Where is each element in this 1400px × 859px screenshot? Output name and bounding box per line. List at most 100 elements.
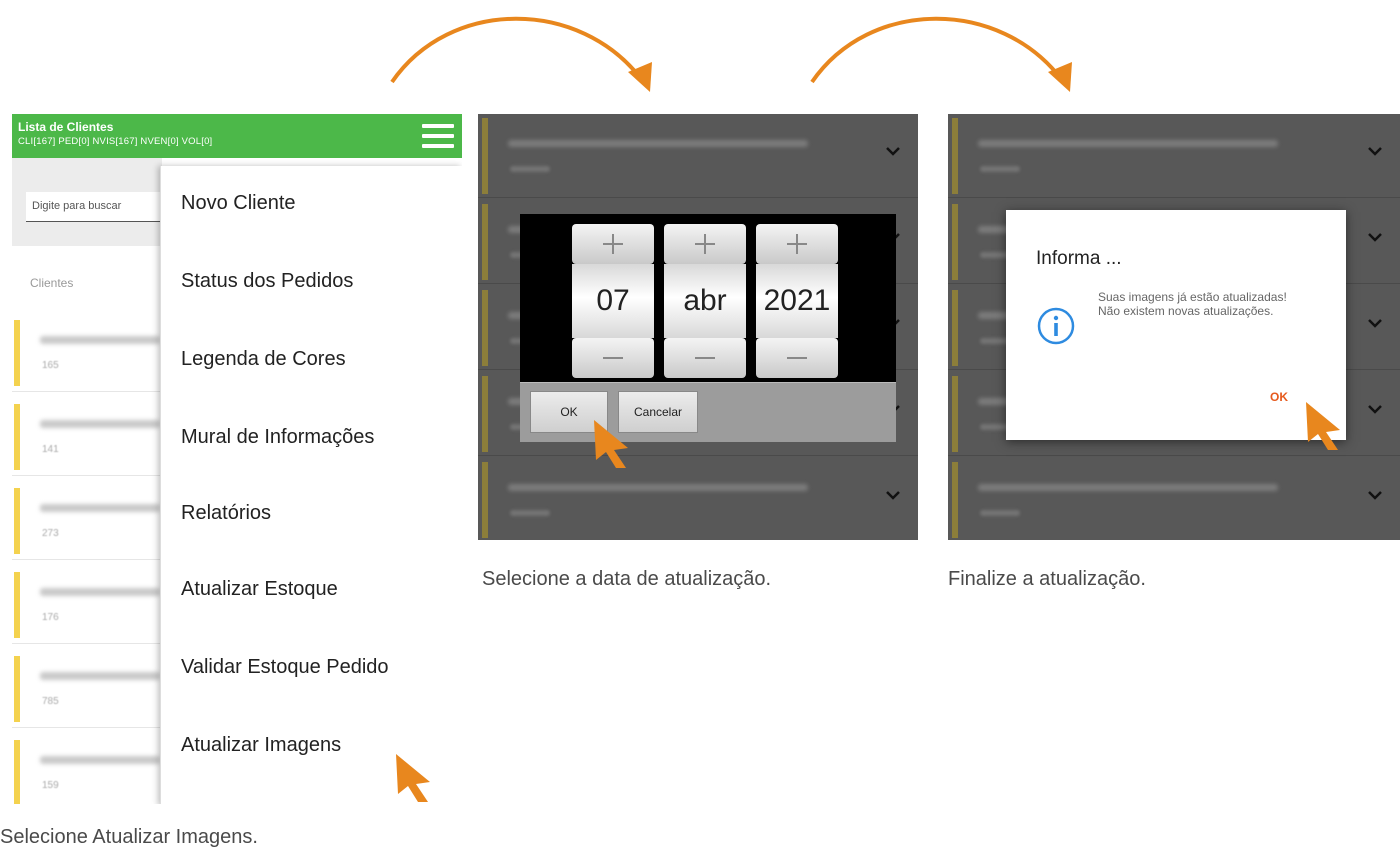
status-bar <box>14 320 20 386</box>
plus-icon <box>695 234 715 254</box>
status-bar <box>482 290 488 366</box>
client-name-blurred <box>40 504 160 512</box>
menu-item-atualizar-imagens[interactable]: Atualizar Imagens <box>181 734 341 757</box>
day-increment-button[interactable] <box>572 224 654 264</box>
phone-screen-menu: Lista de Clientes CLI[167] PED[0] NVIS[1… <box>12 114 462 804</box>
dialog-footer: OK Cancelar <box>520 382 896 442</box>
client-name-blurred <box>40 420 160 428</box>
client-count: 176 <box>42 612 59 623</box>
plus-icon <box>787 234 807 254</box>
chevron-down-icon[interactable] <box>1364 484 1386 506</box>
chevron-down-icon[interactable] <box>1364 312 1386 334</box>
year-increment-button[interactable] <box>756 224 838 264</box>
client-count: 785 <box>42 696 59 707</box>
status-bar <box>14 740 20 804</box>
app-bar: Lista de Clientes CLI[167] PED[0] NVIS[1… <box>12 114 462 158</box>
chevron-down-icon[interactable] <box>882 140 904 162</box>
day-decrement-button[interactable] <box>572 338 654 378</box>
year-decrement-button[interactable] <box>756 338 838 378</box>
status-bar <box>14 404 20 470</box>
menu-item-mural-informacoes[interactable]: Mural de Informações <box>181 426 374 449</box>
status-bar <box>482 204 488 280</box>
info-dialog: Informa ... Suas imagens já estão atuali… <box>1006 210 1346 440</box>
client-list-item[interactable]: 159 <box>12 734 162 804</box>
client-name-blurred <box>508 140 808 147</box>
status-bar <box>952 462 958 538</box>
cancel-button[interactable]: Cancelar <box>618 391 698 433</box>
menu-item-novo-cliente[interactable]: Novo Cliente <box>181 192 296 215</box>
cursor-arrow-icon <box>396 754 430 802</box>
day-value[interactable]: 07 <box>572 264 654 338</box>
caption-step-1: Selecione Atualizar Imagens. <box>0 826 258 848</box>
status-bar <box>14 488 20 554</box>
caption-step-3: Finalize a atualização. <box>948 568 1146 590</box>
client-name-blurred <box>40 672 160 680</box>
phone-screen-info-dialog: Informa ... Suas imagens já estão atuali… <box>948 114 1400 540</box>
step-arrow-2 <box>810 16 1072 92</box>
status-bar <box>482 462 488 538</box>
client-count-blurred <box>510 510 550 516</box>
client-count: 159 <box>42 780 59 791</box>
client-list-item[interactable]: 141 <box>12 398 162 476</box>
year-column: 2021 <box>756 224 838 378</box>
month-increment-button[interactable] <box>664 224 746 264</box>
date-picker-dialog: 07 abr 2021 OK Cancelar <box>520 214 896 442</box>
menu-item-relatorios[interactable]: Relatórios <box>181 502 271 525</box>
status-bar <box>14 656 20 722</box>
minus-icon <box>787 357 807 359</box>
status-bar <box>482 376 488 452</box>
app-title: Lista de Clientes <box>18 120 114 134</box>
dialog-title: Informa ... <box>1036 248 1122 269</box>
phone-screen-date-picker: 07 abr 2021 OK Cancelar <box>478 114 918 540</box>
client-list-item[interactable]: 176 <box>12 566 162 644</box>
client-list-item[interactable]: 165 <box>12 314 162 392</box>
client-name-blurred <box>978 484 1278 491</box>
client-count: 141 <box>42 444 59 455</box>
cursor-arrow-icon <box>1306 402 1340 450</box>
client-count-blurred <box>510 166 550 172</box>
client-name-blurred <box>40 588 160 596</box>
chevron-down-icon[interactable] <box>1364 140 1386 162</box>
chevron-down-icon[interactable] <box>1364 226 1386 248</box>
year-value[interactable]: 2021 <box>756 264 838 338</box>
search-area: Digite para buscar <box>12 158 176 246</box>
chevron-down-icon[interactable] <box>1364 398 1386 420</box>
status-bar <box>482 118 488 194</box>
day-column: 07 <box>572 224 654 378</box>
menu-item-validar-estoque[interactable]: Validar Estoque Pedido <box>181 656 389 679</box>
hamburger-icon[interactable] <box>422 124 454 150</box>
search-input[interactable]: Digite para buscar <box>26 192 176 222</box>
menu-item-atualizar-estoque[interactable]: Atualizar Estoque <box>181 578 338 601</box>
plus-icon <box>603 234 623 254</box>
menu-item-legenda-cores[interactable]: Legenda de Cores <box>181 348 346 371</box>
list-item <box>478 114 918 198</box>
cursor-arrow-icon <box>594 420 628 468</box>
client-count: 273 <box>42 528 59 539</box>
client-list-item[interactable]: 785 <box>12 650 162 728</box>
client-count-blurred <box>980 166 1020 172</box>
list-item <box>948 114 1400 198</box>
month-column: abr <box>664 224 746 378</box>
caption-step-2: Selecione a data de atualização. <box>482 568 772 590</box>
client-count-blurred <box>980 510 1020 516</box>
section-label: Clientes <box>30 276 74 290</box>
client-list-item[interactable]: 273 <box>12 482 162 560</box>
client-name-blurred <box>508 484 808 491</box>
list-item <box>478 458 918 540</box>
month-value[interactable]: abr <box>664 264 746 338</box>
status-bar <box>952 118 958 194</box>
minus-icon <box>603 357 623 359</box>
status-bar <box>14 572 20 638</box>
chevron-down-icon[interactable] <box>882 484 904 506</box>
app-subtitle: CLI[167] PED[0] NVIS[167] NVEN[0] VOL[0] <box>18 136 213 147</box>
overflow-menu: Novo Cliente Status dos Pedidos Legenda … <box>160 166 462 804</box>
month-decrement-button[interactable] <box>664 338 746 378</box>
status-bar <box>952 204 958 280</box>
ok-button[interactable]: OK <box>1270 390 1288 404</box>
step-arrow-1 <box>390 16 652 92</box>
menu-item-status-pedidos[interactable]: Status dos Pedidos <box>181 270 353 293</box>
client-name-blurred <box>978 140 1278 147</box>
minus-icon <box>695 357 715 359</box>
client-name-blurred <box>40 336 160 344</box>
status-bar <box>952 290 958 366</box>
